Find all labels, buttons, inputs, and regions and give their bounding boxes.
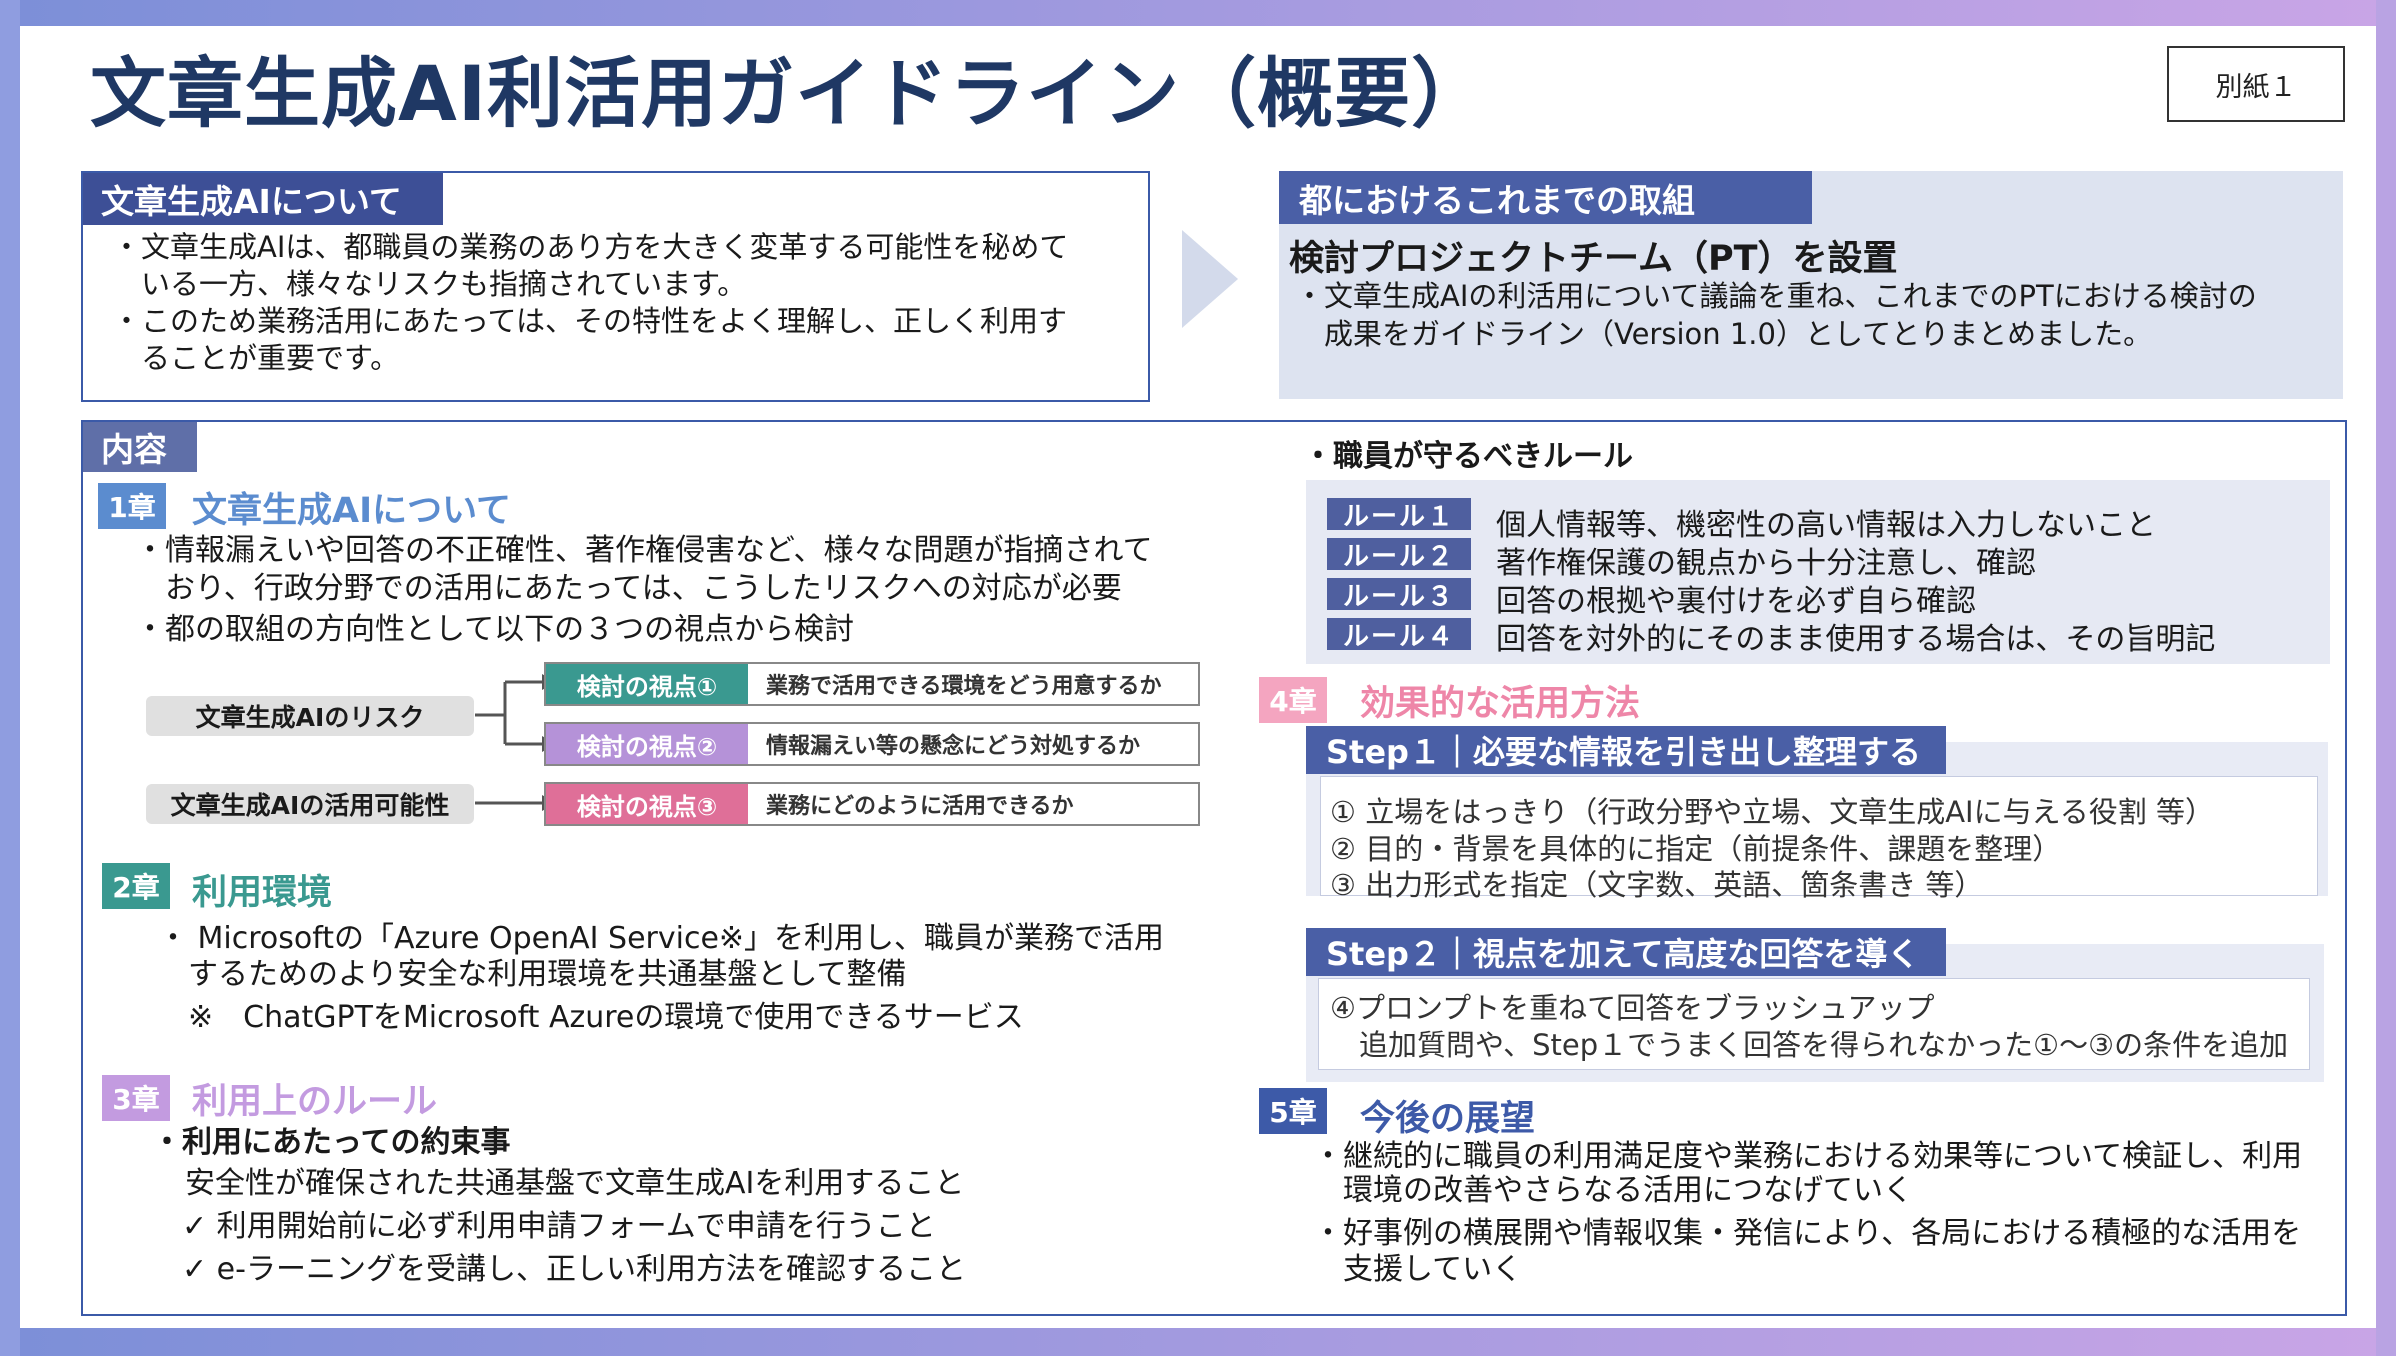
about-line-2: いる一方、様々なリスクも指摘されています。 [112,267,747,301]
about-line-3: ・このため業務活用にあたっては、その特性をよく理解し、正しく利用す [112,304,1067,338]
ch1-title: 文章生成AIについて [192,491,512,531]
ch2-line-1: ・ Microsoftの「Azure OpenAI Service※」を利用し、… [158,921,1165,956]
right-arrow-icon [1182,230,1238,328]
ch2-badge: 2章 [102,863,170,909]
efforts-subheading: 検討プロジェクトチーム（PT）を設置 [1289,239,1898,279]
ch3-title: 利用上のルール [192,1082,438,1122]
right-border [2376,0,2396,1356]
top-border [0,0,2396,26]
ch1-badge: 1章 [98,483,166,529]
ch5-line-2: 環境の改善やさらなる活用につなげていく [1313,1173,1913,1208]
ch1-line-2: おり、行政分野での活用にあたっては、こうしたリスクへの対応が必要 [135,571,1122,606]
ch3-line-1: 安全性が確保された共通基盤で文章生成AIを利用すること [185,1166,965,1201]
view-1-label: 検討の視点① [546,664,748,704]
page-title: 文章生成AI利活用ガイドライン（概要） [90,49,1489,138]
step2-line-2: 追加質問や、Step１でうまく回答を得られなかった①～③の条件を追加 [1330,1028,2289,1062]
left-border [0,0,20,1356]
bottom-border [0,1328,2396,1356]
rule-1-badge: ルール１ [1327,498,1471,532]
ch5-line-3: ・好事例の横展開や情報収集・発信により、各局における積極的な活用を [1313,1216,2302,1251]
rule-2-badge: ルール２ [1327,538,1471,572]
potential-pill: 文章生成AIの活用可能性 [146,784,474,824]
step1-title: Step１｜必要な情報を引き出し整理する [1306,726,1946,774]
ch2-title: 利用環境 [192,873,333,913]
risk-pill: 文章生成AIのリスク [146,696,474,736]
rule-4-text: 回答を対外的にそのまま使用する場合は、その旨明記 [1496,622,2216,657]
about-line-1: ・文章生成AIは、都職員の業務のあり方を大きく変革する可能性を秘めて [112,230,1069,264]
view-2-text: 情報漏えい等の懸念にどう対処するか [766,734,1141,759]
step2-line-1: ④プロンプトを重ねて回答をブラッシュアップ [1330,991,1935,1025]
efforts-line-1: ・文章生成AIの利活用について議論を重ね、これまでのPTにおける検討の [1295,279,2257,313]
ch1-line-3: ・都の取組の方向性として以下の３つの視点から検討 [135,612,855,647]
ch5-line-1: ・継続的に職員の利用満足度や業務における効果等について検証し、利用 [1313,1139,2303,1174]
view-3-box: 検討の視点③ 業務にどのように活用できるか [544,782,1200,826]
content-heading: 内容 [83,422,197,472]
ch3-badge: 3章 [102,1075,170,1121]
ch2-line-3: ※ ChatGPTをMicrosoft Azureの環境で使用できるサービス [158,1000,1024,1035]
rule-3-badge: ルール３ [1327,578,1471,612]
view-1-text: 業務で活用できる環境をどう用意するか [766,674,1162,699]
ch1-line-1: ・情報漏えいや回答の不正確性、著作権侵害など、様々な問題が指摘されて [135,533,1153,568]
about-heading: 文章生成AIについて [83,173,443,225]
view-3-text: 業務にどのように活用できるか [766,794,1074,819]
step1-line-3: ③ 出力形式を指定（文字数、英語、箇条書き 等） [1330,868,1984,902]
view-3-label: 検討の視点③ [546,784,748,824]
ch3-subheading: ・利用にあたっての約束事 [152,1125,511,1160]
step2-title: Step２｜視点を加えて高度な回答を導く [1306,928,1946,976]
about-line-4: ることが重要です。 [112,341,400,375]
view-1-box: 検討の視点① 業務で活用できる環境をどう用意するか [544,662,1200,706]
ch5-line-4: 支援していく [1313,1252,1523,1287]
view-2-box: 検討の視点② 情報漏えい等の懸念にどう対処するか [544,722,1200,766]
step1-line-1: ① 立場をはっきり（行政分野や立場、文章生成AIに与える役割 等） [1330,795,2214,829]
attachment-label: 別紙１ [2167,46,2345,122]
efforts-heading: 都におけるこれまでの取組 [1279,171,1812,224]
ch5-badge: 5章 [1259,1088,1327,1134]
rule-4-badge: ルール４ [1327,618,1471,652]
view-2-label: 検討の視点② [546,724,748,764]
ch3-check-2: ✓ e-ラーニングを受講し、正しい利用方法を確認すること [182,1252,966,1287]
ch4-title: 効果的な活用方法 [1360,684,1641,724]
ch4-badge: 4章 [1259,677,1327,723]
ch3-check-1: ✓ 利用開始前に必ず利用申請フォームで申請を行うこと [182,1209,936,1244]
ch2-line-2: するためのより安全な利用環境を共通基盤として整備 [158,957,907,992]
rules-heading: ・職員が守るべきルール [1303,439,1633,474]
efforts-line-2: 成果をガイドライン（Version 1.0）としてとりまとめました。 [1295,317,2153,351]
ch5-title: 今後の展望 [1360,1099,1536,1139]
